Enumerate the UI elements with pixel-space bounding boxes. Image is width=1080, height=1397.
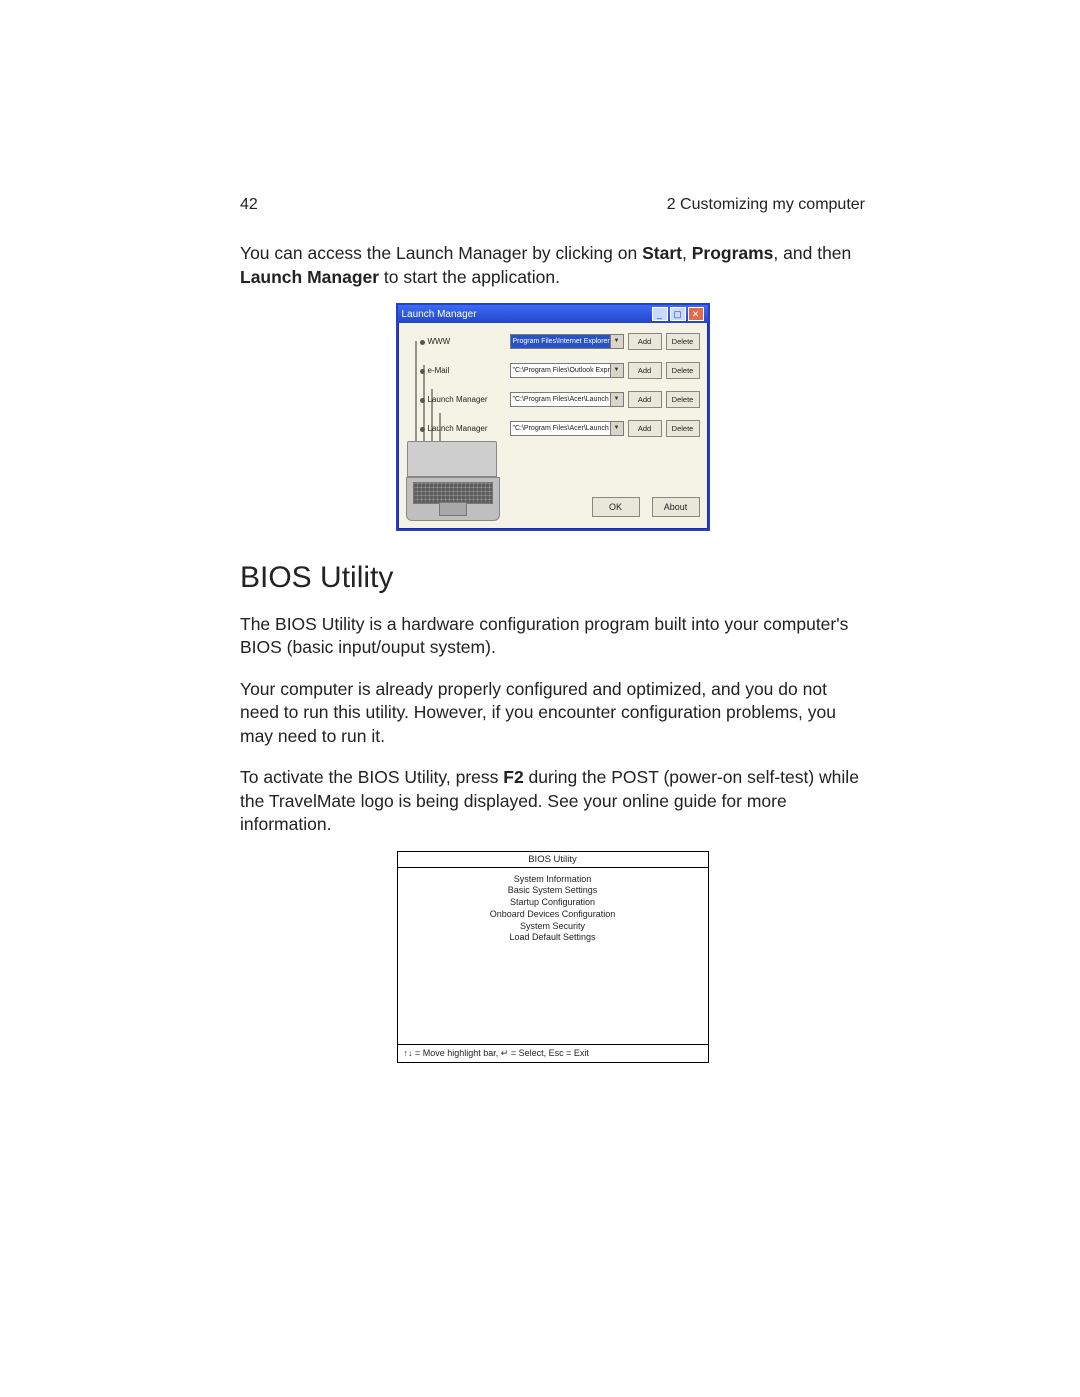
bios-menu-item: Load Default Settings xyxy=(398,932,708,944)
minimize-icon[interactable]: _ xyxy=(652,307,668,321)
page-header: 42 2 Customizing my computer xyxy=(240,196,865,214)
lm-row: Launch Manager "C:\Program Files\Acer\La… xyxy=(406,391,700,408)
delete-button[interactable]: Delete xyxy=(666,333,700,350)
lm-path-field[interactable]: "C:\Program Files\Outlook Express\msimn.… xyxy=(510,363,624,378)
bios-p2: Your computer is already properly config… xyxy=(240,678,865,749)
chevron-down-icon[interactable]: ▼ xyxy=(610,364,623,377)
bios-utility-box: BIOS Utility System Information Basic Sy… xyxy=(397,851,709,1063)
add-button[interactable]: Add xyxy=(628,420,662,437)
window-titlebar: Launch Manager _ ▢ ✕ xyxy=(398,305,708,323)
bios-menu-item: Basic System Settings xyxy=(398,885,708,897)
lm-path-field[interactable]: "C:\Program Files\Acer\Launch Manager\Qt… xyxy=(510,421,624,436)
about-button[interactable]: About xyxy=(652,497,700,517)
delete-button[interactable]: Delete xyxy=(666,391,700,408)
lm-row: Launch Manager "C:\Program Files\Acer\La… xyxy=(406,420,700,437)
chevron-down-icon[interactable]: ▼ xyxy=(610,335,623,348)
add-button[interactable]: Add xyxy=(628,362,662,379)
bios-heading: BIOS Utility xyxy=(240,561,865,595)
chapter-title: 2 Customizing my computer xyxy=(667,196,865,214)
lm-row: e-Mail "C:\Program Files\Outlook Express… xyxy=(406,362,700,379)
close-icon[interactable]: ✕ xyxy=(688,307,704,321)
lm-path-field[interactable]: "C:\Program Files\Acer\Launch Manager\Qt… xyxy=(510,392,624,407)
delete-button[interactable]: Delete xyxy=(666,362,700,379)
window-title: Launch Manager xyxy=(402,309,477,320)
lm-label: Launch Manager xyxy=(406,424,510,433)
bios-menu-item: Startup Configuration xyxy=(398,897,708,909)
bios-menu-item: System Information xyxy=(398,874,708,886)
lm-label: Launch Manager xyxy=(406,395,510,404)
lm-label: WWW xyxy=(406,337,510,346)
launch-manager-window: Launch Manager _ ▢ ✕ WWW Program Files\I… xyxy=(396,303,710,531)
page-number: 42 xyxy=(240,196,258,214)
bios-p1: The BIOS Utility is a hardware configura… xyxy=(240,613,865,660)
ok-button[interactable]: OK xyxy=(592,497,640,517)
bios-menu-item: System Security xyxy=(398,921,708,933)
chevron-down-icon[interactable]: ▼ xyxy=(610,422,623,435)
bios-p3: To activate the BIOS Utility, press F2 d… xyxy=(240,766,865,837)
bios-box-title: BIOS Utility xyxy=(398,852,708,868)
lm-path-field[interactable]: Program Files\Internet Explorer\iexplore… xyxy=(510,334,624,349)
lm-label: e-Mail xyxy=(406,366,510,375)
intro-paragraph: You can access the Launch Manager by cli… xyxy=(240,242,865,289)
lm-row: WWW Program Files\Internet Explorer\iexp… xyxy=(406,333,700,350)
bios-menu: System Information Basic System Settings… xyxy=(398,868,708,1045)
bios-footer-hint: ↑↓ = Move highlight bar, ↵ = Select, Esc… xyxy=(398,1045,708,1062)
delete-button[interactable]: Delete xyxy=(666,420,700,437)
maximize-icon[interactable]: ▢ xyxy=(670,307,686,321)
laptop-illustration xyxy=(406,441,498,521)
chevron-down-icon[interactable]: ▼ xyxy=(610,393,623,406)
bios-menu-item: Onboard Devices Configuration xyxy=(398,909,708,921)
add-button[interactable]: Add xyxy=(628,333,662,350)
add-button[interactable]: Add xyxy=(628,391,662,408)
